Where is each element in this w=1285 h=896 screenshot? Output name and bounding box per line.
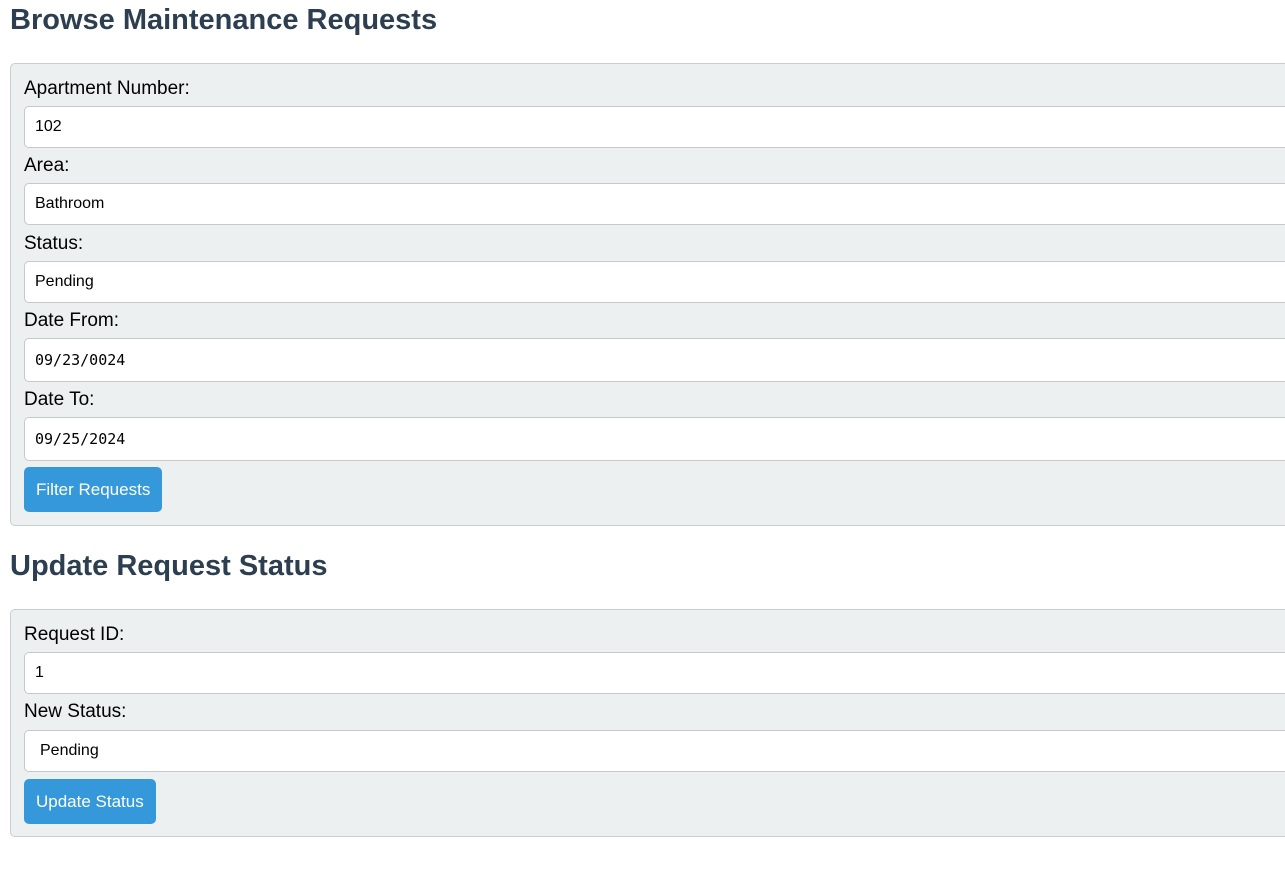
date-to-input[interactable] [24, 417, 1285, 461]
new-status-selected-value: Pending [40, 742, 99, 759]
date-to-label: Date To: [24, 389, 95, 410]
new-status-select[interactable]: Pending [24, 730, 1285, 772]
new-status-label: New Status: [24, 701, 127, 722]
apartment-number-input[interactable] [24, 106, 1285, 148]
status-input[interactable] [24, 261, 1285, 303]
date-from-label: Date From: [24, 310, 120, 331]
filter-requests-button[interactable]: Filter Requests [24, 467, 163, 512]
update-panel: Request ID: New Status: Pending Update S… [10, 609, 1285, 837]
area-label: Area: [24, 155, 70, 176]
apartment-number-label: Apartment Number: [24, 78, 190, 99]
update-title: Update Request Status [10, 550, 328, 582]
request-id-label: Request ID: [24, 624, 125, 645]
date-from-input[interactable] [24, 338, 1285, 382]
update-status-button[interactable]: Update Status [24, 779, 156, 824]
area-input[interactable] [24, 183, 1285, 225]
request-id-input[interactable] [24, 652, 1285, 694]
browse-title: Browse Maintenance Requests [10, 4, 438, 36]
status-label: Status: [24, 233, 84, 254]
page: Browse Maintenance Requests Apartment Nu… [0, 0, 1285, 896]
filter-panel: Apartment Number: Area: Status: Date Fro… [10, 63, 1285, 526]
